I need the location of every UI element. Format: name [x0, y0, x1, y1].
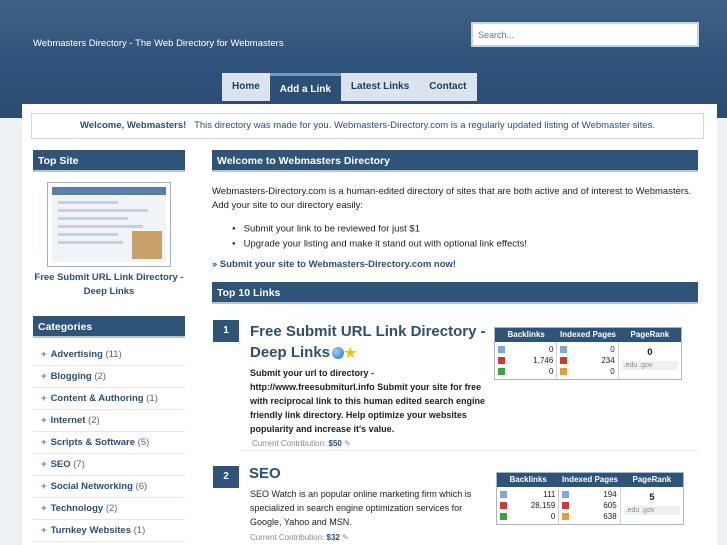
- link-title[interactable]: Free Submit URL Link Directory - Deep Li…: [250, 321, 495, 364]
- globe-icon: [332, 347, 345, 360]
- pagerank-value: 0: [647, 347, 653, 358]
- nav-contact[interactable]: Contact: [419, 73, 477, 101]
- star-icon: ★: [344, 344, 357, 361]
- category-item[interactable]: + Advertising (11): [33, 344, 185, 366]
- google-icon: [560, 346, 568, 353]
- link-title[interactable]: SEO: [249, 463, 281, 484]
- top-site-title[interactable]: Free Submit URL Link Directory - Deep Li…: [33, 271, 185, 299]
- edu-gov-label: .edu .gov: [623, 506, 680, 515]
- category-item[interactable]: + Turnkey Websites (1): [33, 520, 185, 542]
- category-item[interactable]: + SEO (7): [33, 454, 185, 476]
- msn-icon: [562, 513, 570, 520]
- link-stats: Backlinks Indexed Pages PageRank 0 1,746 0…: [494, 327, 682, 380]
- top-links-heading: Top 10 Links: [212, 282, 698, 304]
- category-item[interactable]: + Content & Authoring (1): [33, 388, 185, 410]
- nav-add-a-link[interactable]: Add a Link: [269, 73, 341, 101]
- link-description: Submit your url to directory - http://ww…: [250, 368, 486, 434]
- yahoo-icon: [498, 357, 505, 364]
- divider: [240, 450, 698, 451]
- category-item[interactable]: + Internet (2): [33, 410, 185, 432]
- benefit-item: Upgrade your listing and make it stand o…: [232, 237, 527, 252]
- google-icon: [500, 491, 507, 498]
- google-icon: [562, 491, 570, 498]
- welcome-greeting: Welcome, Webmasters!: [80, 120, 187, 131]
- yahoo-icon: [560, 357, 568, 364]
- category-item[interactable]: + Social Networking (6): [33, 476, 185, 498]
- nav-latest-links[interactable]: Latest Links: [340, 73, 420, 101]
- pagerank-value: 5: [649, 492, 655, 503]
- welcome-text: This directory was made for you. Webmast…: [194, 120, 655, 131]
- categories-heading: Categories: [33, 316, 185, 338]
- link-rank: 2: [213, 466, 239, 488]
- link-description: SEO Watch is an popular online marketing…: [250, 489, 472, 527]
- search-input[interactable]: [471, 22, 699, 47]
- link-contribution: Current Contribution: $50 ✎: [252, 439, 351, 448]
- pen-icon: ✎: [344, 439, 351, 448]
- bing-icon: [498, 368, 505, 375]
- top-site-thumbnail[interactable]: [47, 182, 171, 267]
- category-item[interactable]: + Scripts & Software (5): [33, 432, 185, 454]
- yahoo-icon: [562, 502, 570, 509]
- benefit-item: Submit your link to be reviewed for just…: [232, 222, 527, 237]
- google-icon: [498, 346, 505, 353]
- link-stats: Backlinks Indexed Pages PageRank 111 28,15…: [496, 472, 684, 525]
- category-item[interactable]: + Technology (2): [33, 498, 185, 520]
- welcome-heading: Welcome to Webmasters Directory: [212, 150, 698, 172]
- pen-icon: ✎: [342, 533, 349, 542]
- link-contribution: Current Contribution: $32 ✎: [250, 533, 349, 542]
- site-title[interactable]: Webmasters Directory - The Web Directory…: [33, 38, 284, 49]
- submit-site-link[interactable]: » Submit your site to Webmasters-Directo…: [212, 259, 456, 270]
- yahoo-icon: [500, 502, 507, 509]
- nav-home[interactable]: Home: [222, 73, 270, 101]
- edu-gov-label: .edu .gov: [621, 361, 678, 370]
- benefits-list: Submit your link to be reviewed for just…: [232, 222, 527, 251]
- intro-text: Webmasters-Directory.com is a human-edit…: [212, 186, 692, 211]
- welcome-banner: Welcome, Webmasters! This directory was …: [31, 113, 704, 139]
- msn-icon: [560, 368, 568, 375]
- bing-icon: [500, 513, 507, 520]
- top-site-heading: Top Site: [33, 150, 185, 172]
- link-rank: 1: [213, 320, 239, 342]
- categories-list: + Advertising (11) + Blogging (2) + Content…: [33, 344, 185, 542]
- main-nav: Home Add a Link Latest Links Contact: [222, 73, 477, 103]
- category-item[interactable]: + Blogging (2): [33, 366, 185, 388]
